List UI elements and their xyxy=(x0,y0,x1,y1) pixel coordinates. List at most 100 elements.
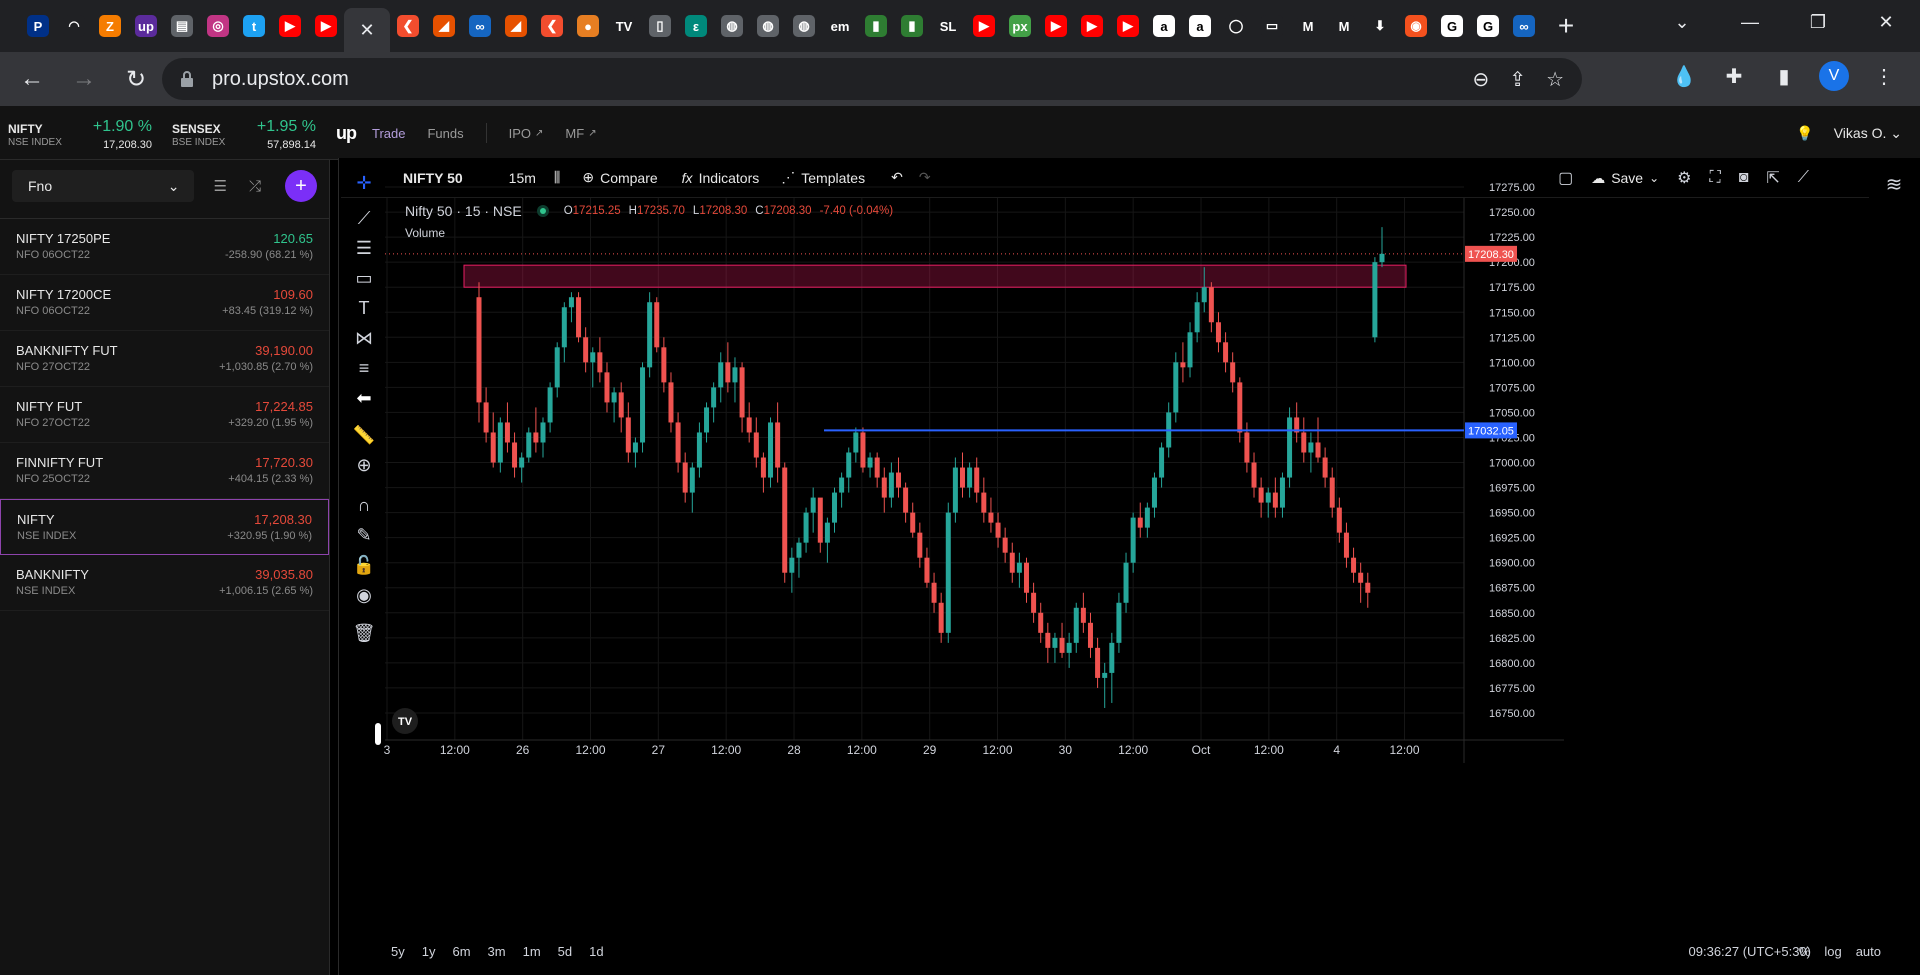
chart-canvas[interactable]: 3 12:00 26 12:00 27 12:00 28 12:00 29 12:00 30 12:0… xyxy=(339,158,1920,938)
google-icon[interactable]: G xyxy=(1470,8,1506,44)
opstra-icon[interactable]: ∞ xyxy=(1506,8,1542,44)
gmail-icon[interactable]: M xyxy=(1290,8,1326,44)
watchlist-item[interactable]: NIFTY 17200CE NFO 06OCT22 109.60 +83.45 (31… xyxy=(0,275,329,331)
candle-body xyxy=(483,402,489,433)
google-icon[interactable]: G xyxy=(1434,8,1470,44)
chat-icon[interactable]: ◯ xyxy=(1218,8,1254,44)
opstra-icon[interactable]: ∞ xyxy=(462,8,498,44)
lightbulb-icon[interactable]: 💡 xyxy=(1796,125,1813,142)
em-icon[interactable]: em xyxy=(822,8,858,44)
zoom-out-icon[interactable]: ⊖ xyxy=(1473,67,1490,92)
scale-option[interactable]: % xyxy=(1799,944,1811,959)
youtube-icon[interactable]: ▶ xyxy=(272,8,308,44)
range-button[interactable]: 1y xyxy=(422,944,436,959)
bookmark-star-icon[interactable]: ☆ xyxy=(1546,67,1564,92)
youtube-icon[interactable]: ▶ xyxy=(308,8,344,44)
youtube-icon[interactable]: ▶ xyxy=(966,8,1002,44)
user-menu[interactable]: Vikas O. ⌄ xyxy=(1834,125,1902,142)
youtube-icon[interactable]: ▶ xyxy=(1038,8,1074,44)
add-instrument-button[interactable]: + xyxy=(285,170,317,202)
omnibox[interactable]: pro.upstox.com ⊖ ⇪ ☆ xyxy=(162,58,1582,100)
gmail-icon[interactable]: M xyxy=(1326,8,1362,44)
paypal-icon[interactable]: P xyxy=(20,8,56,44)
youtube-icon[interactable]: ▶ xyxy=(1074,8,1110,44)
back-icon[interactable]: ← xyxy=(12,59,52,99)
px-icon[interactable]: px xyxy=(1002,8,1038,44)
upstox-logo[interactable]: up xyxy=(336,123,357,144)
doc-icon[interactable]: ▯ xyxy=(642,8,678,44)
close-window-icon[interactable]: ✕ xyxy=(1852,0,1920,44)
news-icon[interactable]: ▤ xyxy=(164,8,200,44)
amazon-icon[interactable]: a xyxy=(1182,8,1218,44)
tradingview-icon[interactable]: TV xyxy=(606,8,642,44)
index-ticker-sensex[interactable]: SENSEX BSE INDEX +1.95 % 57,898.14 xyxy=(164,114,324,154)
candle-body xyxy=(647,302,653,368)
candle-body xyxy=(519,457,525,468)
globe-icon[interactable]: ◍ xyxy=(750,8,786,44)
youtube-icon[interactable]: ▶ xyxy=(1110,8,1146,44)
watchlist-item[interactable]: NIFTY FUT NFO 27OCT22 17,224.85 +329.20 (1.… xyxy=(0,387,329,443)
ball-icon[interactable]: ● xyxy=(570,8,606,44)
puzzle-extensions-icon[interactable]: ✚ xyxy=(1718,60,1750,92)
twitter-icon[interactable]: t xyxy=(236,8,272,44)
chart-icon[interactable]: ▮ xyxy=(894,8,930,44)
sl-icon[interactable]: SL xyxy=(930,8,966,44)
airtel-icon[interactable]: ◠ xyxy=(56,8,92,44)
share-icon[interactable]: ⇪ xyxy=(1509,67,1526,92)
minimize-icon[interactable]: — xyxy=(1716,0,1784,44)
y-axis-tick-label: 16775.00 xyxy=(1489,683,1535,695)
profile-avatar[interactable]: V xyxy=(1818,60,1850,92)
range-button[interactable]: 6m xyxy=(452,944,470,959)
watchlist-item[interactable]: FINNIFTY FUT NFO 25OCT22 17,720.30 +404.15 … xyxy=(0,443,329,499)
swirl-icon[interactable]: ε xyxy=(678,8,714,44)
scale-option[interactable]: auto xyxy=(1856,944,1881,959)
side-panel-icon[interactable]: ▮ xyxy=(1768,60,1800,92)
amazon-icon[interactable]: a xyxy=(1146,8,1182,44)
globe-icon[interactable]: ◍ xyxy=(714,8,750,44)
range-button[interactable]: 3m xyxy=(488,944,506,959)
record-icon[interactable]: ▭ xyxy=(1254,8,1290,44)
nav-ipo[interactable]: IPO ↗ xyxy=(509,126,544,141)
zerodha-icon[interactable]: ❮ xyxy=(390,8,426,44)
watchlist-item[interactable]: NIFTY NSE INDEX 17,208.30 +320.95 (1.90 %) xyxy=(0,499,329,555)
restore-icon[interactable]: ❐ xyxy=(1784,0,1852,44)
new-tab-icon[interactable]: + xyxy=(1548,8,1584,44)
range-button[interactable]: 5d xyxy=(558,944,572,959)
sort-icon[interactable]: ☰ xyxy=(214,177,227,195)
watchlist-select[interactable]: Fno ⌄ xyxy=(12,170,194,202)
instagram-icon[interactable]: ◎ xyxy=(200,8,236,44)
chart-legend: Nifty 50 · 15 · NSE O17215.25 H17235.70 … xyxy=(405,203,901,219)
ext-icon[interactable]: Z xyxy=(92,8,128,44)
range-button[interactable]: 5y xyxy=(391,944,405,959)
watchlist-item[interactable]: BANKNIFTY FUT NFO 27OCT22 39,190.00 +1,030.… xyxy=(0,331,329,387)
candle-body xyxy=(604,372,610,403)
reload-icon[interactable]: ↻ xyxy=(116,59,156,99)
droplet-extension-icon[interactable]: 💧 xyxy=(1668,60,1700,92)
nav-funds[interactable]: Funds xyxy=(427,126,463,141)
zerodha-icon[interactable]: ❮ xyxy=(534,8,570,44)
globe-icon[interactable]: ◍ xyxy=(786,8,822,44)
upstox-icon[interactable]: up xyxy=(128,8,164,44)
watchlist-item[interactable]: NIFTY 17250PE NFO 06OCT22 120.65 -258.90 (6… xyxy=(0,219,329,275)
chart-icon[interactable]: ▮ xyxy=(858,8,894,44)
nav-mf[interactable]: MF ↗ xyxy=(565,126,596,141)
watchlist-item[interactable]: BANKNIFTY NSE INDEX 39,035.80 +1,006.15 (2.… xyxy=(0,555,329,611)
external-link-icon: ↗ xyxy=(535,127,544,139)
index-ticker-nifty[interactable]: NIFTY NSE INDEX +1.90 % 17,208.30 xyxy=(0,114,160,154)
sensibull-icon[interactable]: ◢ xyxy=(498,8,534,44)
candle-body xyxy=(1308,442,1314,453)
shuffle-icon[interactable]: ⤮ xyxy=(249,178,261,195)
nav-trade[interactable]: Trade xyxy=(372,126,405,141)
active-tab-close-icon[interactable]: ✕ xyxy=(344,8,390,52)
tab-search-icon[interactable]: ⌄ xyxy=(1648,0,1716,44)
watchlist-item-sub: NFO 27OCT22 xyxy=(16,417,90,429)
sensibull-icon[interactable]: ◢ xyxy=(426,8,462,44)
scale-option[interactable]: log xyxy=(1824,944,1841,959)
range-button[interactable]: 1d xyxy=(589,944,603,959)
browser-menu-icon[interactable]: ⋮ xyxy=(1868,60,1900,92)
range-button[interactable]: 1m xyxy=(523,944,541,959)
x-axis-tick-label: 30 xyxy=(1059,743,1073,757)
forward-icon[interactable]: → xyxy=(64,59,104,99)
download-icon[interactable]: ⬇ xyxy=(1362,8,1398,44)
chrome-icon[interactable]: ◉ xyxy=(1398,8,1434,44)
